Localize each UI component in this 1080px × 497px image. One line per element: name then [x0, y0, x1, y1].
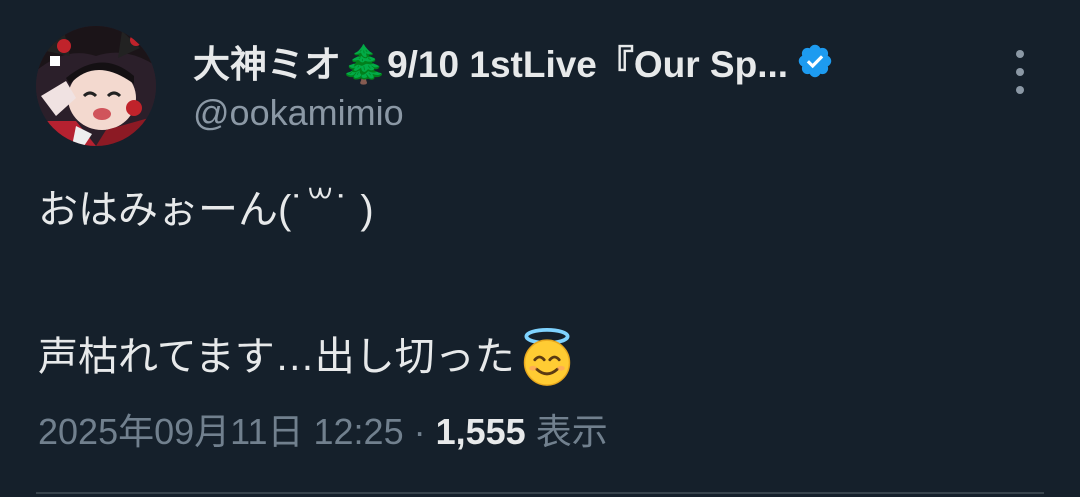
tweet-text-line-2: 声枯れてます…出し切った — [38, 327, 577, 387]
author-display-name[interactable]: 大神ミオ🌲9/10 1stLive『Our Sp... — [193, 34, 788, 88]
smiling-face-with-halo-icon — [523, 327, 571, 386]
more-options-button[interactable] — [1004, 50, 1036, 94]
author-handle[interactable]: @ookamimio — [193, 93, 960, 133]
tweet-meta: 2025年09月11日 12:25 · 1,555 表示 — [38, 408, 608, 456]
author-name-row[interactable]: 大神ミオ🌲9/10 1stLive『Our Sp... — [193, 33, 960, 89]
tweet-text-line-2-content: 声枯れてます…出し切った — [38, 335, 515, 379]
tweet-text-line-1: おはみぉーん(˙꒳˙ ) — [38, 188, 374, 232]
views-label: 表示 — [535, 411, 608, 452]
verified-badge-icon — [798, 44, 832, 78]
views-count[interactable]: 1,555 — [436, 411, 526, 452]
tweet-header: 大神ミオ🌲9/10 1stLive『Our Sp... @ookamimio — [193, 33, 960, 133]
divider — [36, 492, 1044, 494]
more-dot-icon — [1016, 50, 1024, 58]
tweet-detail: 大神ミオ🌲9/10 1stLive『Our Sp... @ookamimio お… — [0, 0, 1080, 497]
more-dot-icon — [1016, 86, 1024, 94]
more-dot-icon — [1016, 68, 1024, 76]
avatar-image — [36, 26, 156, 146]
meta-separator: · — [413, 411, 426, 452]
avatar[interactable] — [36, 26, 156, 146]
tweet-timestamp[interactable]: 2025年09月11日 12:25 — [38, 411, 404, 452]
